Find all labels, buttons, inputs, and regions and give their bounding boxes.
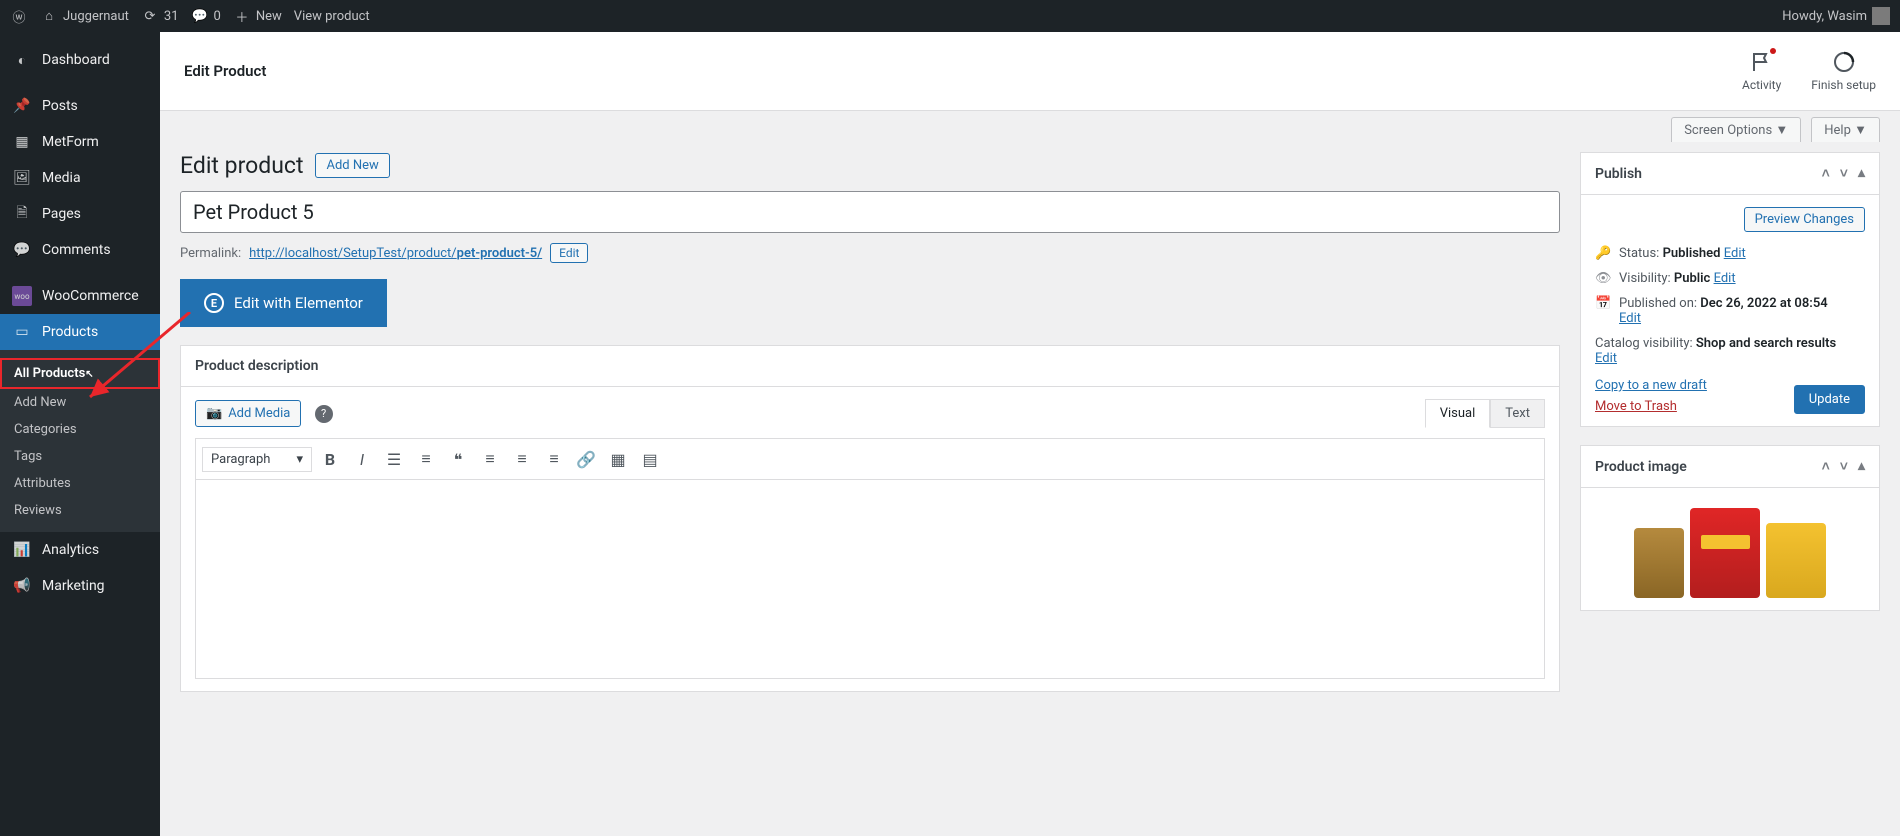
analytics-icon: 📊 (12, 540, 32, 560)
bullet-list-button[interactable]: ☰ (380, 445, 408, 473)
permalink-row: Permalink: http://localhost/SetupTest/pr… (180, 243, 1560, 263)
submenu-tags[interactable]: Tags (0, 443, 160, 470)
link-button[interactable]: 🔗 (572, 445, 600, 473)
marketing-icon: 📢 (12, 576, 32, 596)
key-icon: 🔑 (1595, 246, 1611, 261)
status-edit-link[interactable]: Edit (1724, 246, 1746, 261)
sidebar-item-marketing[interactable]: 📢Marketing (0, 568, 160, 604)
text-tab[interactable]: Text (1490, 399, 1545, 428)
wp-logo[interactable]: ⓦ (10, 7, 28, 25)
new-link[interactable]: ＋New (233, 7, 282, 25)
media-icon: 🖼 (12, 168, 32, 188)
product-image-panel: Product image ˄ ˅ ▴ (1580, 445, 1880, 611)
submenu-categories[interactable]: Categories (0, 416, 160, 443)
screen-options-tab[interactable]: Screen Options ▼ (1671, 117, 1801, 142)
bold-button[interactable]: B (316, 445, 344, 473)
panel-down-icon[interactable]: ˅ (1840, 165, 1848, 182)
avatar (1872, 7, 1890, 25)
date-edit-link[interactable]: Edit (1619, 311, 1641, 326)
edit-with-elementor-button[interactable]: E Edit with Elementor (180, 279, 387, 327)
panel-down-icon[interactable]: ˅ (1840, 458, 1848, 475)
visual-tab[interactable]: Visual (1425, 399, 1491, 428)
howdy-link[interactable]: Howdy, Wasim (1782, 7, 1890, 25)
sidebar-item-metform[interactable]: ▦MetForm (0, 124, 160, 160)
flag-icon (1750, 50, 1774, 74)
permalink-label: Permalink: (180, 246, 241, 261)
help-icon[interactable]: ? (315, 405, 333, 423)
description-panel: Product description 📷 Add Media ? (180, 345, 1560, 692)
admin-sidebar: ◐Dashboard 📌Posts ▦MetForm 🖼Media 🗎Pages… (0, 32, 160, 836)
sidebar-item-woocommerce[interactable]: wooWooCommerce (0, 278, 160, 314)
content-area: Edit Product Activity Finish setup Scree… (160, 32, 1900, 836)
publish-heading: Publish (1595, 166, 1642, 182)
sidebar-item-media[interactable]: 🖼Media (0, 160, 160, 196)
permalink-link[interactable]: http://localhost/SetupTest/product/pet-p… (249, 246, 542, 261)
pin-icon: 📌 (12, 96, 32, 116)
submenu-all-products[interactable]: All Products↖ (0, 358, 160, 389)
sidebar-item-pages[interactable]: 🗎Pages (0, 196, 160, 232)
comments-link[interactable]: 💬0 (191, 7, 221, 25)
view-product-link[interactable]: View product (294, 9, 370, 24)
update-button[interactable]: Update (1794, 385, 1865, 414)
add-new-button[interactable]: Add New (315, 153, 389, 178)
elementor-icon: E (204, 293, 224, 313)
panel-toggle-icon[interactable]: ▴ (1858, 458, 1865, 475)
sidebar-item-comments[interactable]: 💬Comments (0, 232, 160, 268)
quote-button[interactable]: ❝ (444, 445, 472, 473)
products-submenu: All Products↖ Add New Categories Tags At… (0, 350, 160, 532)
calendar-icon: 📅 (1595, 296, 1611, 311)
form-icon: ▦ (12, 132, 32, 152)
preview-changes-button[interactable]: Preview Changes (1744, 207, 1865, 232)
updates-link[interactable]: ⟳31 (141, 7, 179, 25)
panel-up-icon[interactable]: ˄ (1822, 458, 1830, 475)
move-to-trash-link[interactable]: Move to Trash (1595, 399, 1707, 414)
submenu-add-new[interactable]: Add New (0, 389, 160, 416)
camera-icon: 📷 (206, 406, 222, 421)
product-image-thumbnail[interactable] (1595, 500, 1865, 598)
product-title-input[interactable] (180, 191, 1560, 233)
align-center-button[interactable]: ≡ (508, 445, 536, 473)
align-left-button[interactable]: ≡ (476, 445, 504, 473)
align-right-button[interactable]: ≡ (540, 445, 568, 473)
activity-button[interactable]: Activity (1742, 50, 1781, 92)
panel-toggle-icon[interactable]: ▴ (1858, 165, 1865, 182)
sidebar-item-analytics[interactable]: 📊Analytics (0, 532, 160, 568)
sidebar-item-products[interactable]: ▭Products (0, 314, 160, 350)
submenu-attributes[interactable]: Attributes (0, 470, 160, 497)
more-button[interactable]: ▦ (604, 445, 632, 473)
site-link[interactable]: ⌂Juggernaut (40, 7, 129, 25)
screen-tabs: Screen Options ▼ Help ▼ (160, 111, 1900, 142)
editor-toolbar: Paragraph▾ B I ☰ ≡ ❝ ≡ ≡ ≡ 🔗 ▦ ▤ (195, 438, 1545, 479)
help-tab[interactable]: Help ▼ (1811, 117, 1880, 142)
visibility-edit-link[interactable]: Edit (1714, 271, 1736, 286)
toolbar-toggle-button[interactable]: ▤ (636, 445, 664, 473)
woo-icon: woo (12, 286, 32, 306)
products-icon: ▭ (12, 322, 32, 342)
comment-icon: 💬 (12, 240, 32, 260)
page-header: Edit Product Activity Finish setup (160, 32, 1900, 111)
submenu-reviews[interactable]: Reviews (0, 497, 160, 524)
sidebar-item-dashboard[interactable]: ◐Dashboard (0, 42, 160, 78)
panel-up-icon[interactable]: ˄ (1822, 165, 1830, 182)
product-image-heading: Product image (1595, 459, 1687, 475)
editor-textarea[interactable] (195, 479, 1545, 679)
italic-button[interactable]: I (348, 445, 376, 473)
permalink-edit-button[interactable]: Edit (550, 243, 588, 263)
publish-panel: Publish ˄ ˅ ▴ Preview Changes 🔑 (1580, 152, 1880, 427)
add-media-button[interactable]: 📷 Add Media (195, 400, 301, 427)
numbered-list-button[interactable]: ≡ (412, 445, 440, 473)
eye-icon: 👁 (1595, 271, 1611, 286)
edit-product-heading: Edit product (180, 152, 303, 179)
copy-draft-link[interactable]: Copy to a new draft (1595, 378, 1707, 393)
page-title: Edit Product (184, 62, 266, 80)
dashboard-icon: ◐ (12, 50, 32, 70)
progress-icon (1832, 50, 1856, 74)
pages-icon: 🗎 (12, 204, 32, 224)
format-select[interactable]: Paragraph▾ (202, 447, 312, 472)
finish-setup-button[interactable]: Finish setup (1811, 50, 1876, 92)
sidebar-item-posts[interactable]: 📌Posts (0, 88, 160, 124)
catalog-edit-link[interactable]: Edit (1595, 351, 1617, 366)
admin-toolbar: ⓦ ⌂Juggernaut ⟳31 💬0 ＋New View product H… (0, 0, 1900, 32)
description-heading: Product description (195, 358, 318, 374)
